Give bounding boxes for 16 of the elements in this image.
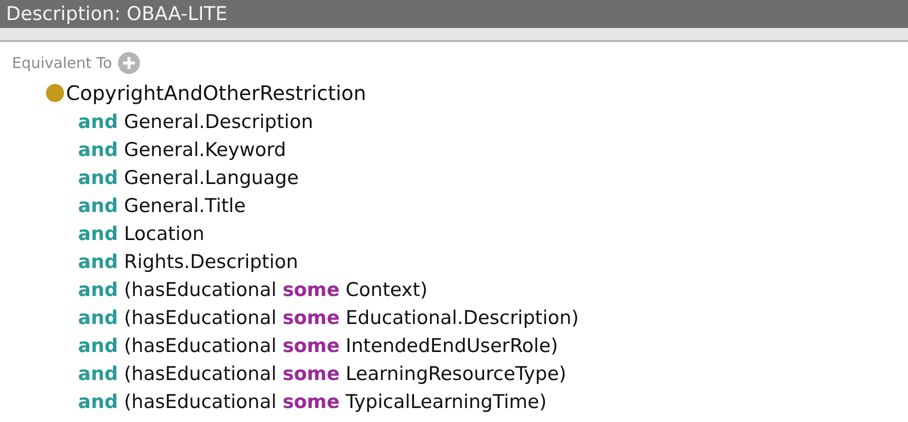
expression-line: and (hasEducational some TypicalLearningTime)	[77, 390, 548, 415]
expression-line: and Location	[77, 222, 206, 247]
expression-line: and (hasEducational some IntendedEndUserRole)	[77, 334, 560, 359]
expression-line: and General.Keyword	[77, 138, 288, 163]
expression-line: and Rights.Description	[77, 250, 300, 275]
expression-line: and (hasEducational some Educational.Description)	[77, 306, 580, 331]
expression-line: and General.Language	[77, 166, 300, 191]
expression-line: and General.Description	[77, 110, 314, 135]
class-icon	[46, 84, 64, 102]
panel-title: Description: OBAA-LITE	[6, 3, 228, 25]
section-label: Equivalent To	[12, 54, 112, 72]
expression-line: and General.Title	[77, 194, 247, 219]
class-name: CopyrightAndOtherRestriction	[66, 81, 366, 105]
expression-line: and (hasEducational some Context)	[77, 278, 429, 303]
add-icon[interactable]	[118, 52, 140, 74]
expression-line: and (hasEducational some LearningResourceType)	[77, 362, 568, 387]
